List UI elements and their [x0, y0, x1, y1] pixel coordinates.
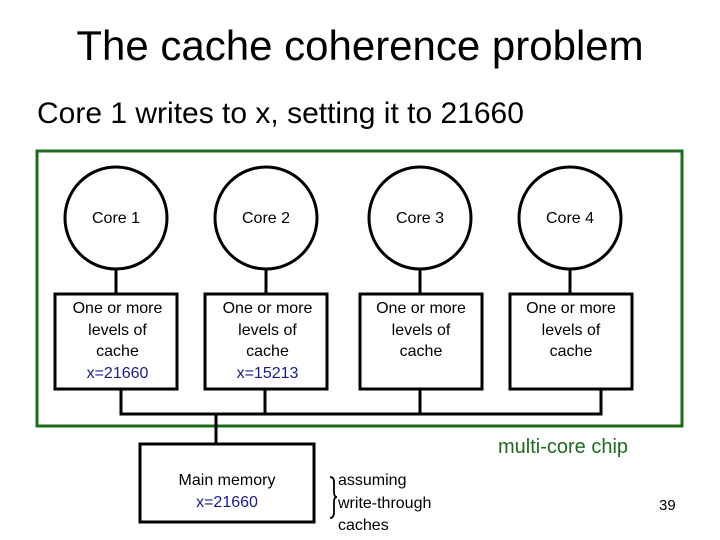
cache-1-line-3: cache — [96, 343, 139, 360]
cache-1-line-1: One or more — [72, 300, 163, 317]
main-memory-title: Main memory — [178, 472, 276, 489]
cache-2-line-2: levels of — [238, 321, 297, 339]
cache-4-line-2: levels of — [541, 321, 601, 339]
main-memory-label: Main memory x=21660 — [140, 470, 314, 513]
core-3-label: Core 3 — [395, 210, 445, 227]
cache-1-label: One or more levels of cache x=21660 — [55, 298, 180, 384]
core-1-label: Core 1 — [91, 210, 141, 227]
cache-4-label: One or more levels of cache — [510, 298, 632, 363]
core-4-label: Core 4 — [545, 210, 595, 227]
main-memory-value: x=21660 — [196, 493, 258, 511]
cache-2-line-3: cache — [246, 343, 289, 360]
note-line-3: caches — [338, 517, 389, 534]
cache-3-label: One or more levels of cache — [360, 298, 482, 363]
multi-core-chip-label: multi-core chip — [498, 436, 629, 458]
cache-3-line-2: levels of — [391, 321, 451, 339]
cache-2-line-1: One or more — [222, 300, 313, 317]
cache-4-line-1: One or more — [526, 300, 616, 317]
cache-1-line-2: levels of — [88, 321, 147, 339]
core-2-label: Core 2 — [241, 210, 291, 227]
diagram-canvas — [35, 149, 684, 524]
cache-4-line-3: cache — [549, 343, 593, 360]
brace-icon — [329, 476, 338, 519]
note-line-2: write-through — [338, 494, 432, 512]
cache-2-value: x=15213 — [236, 364, 299, 382]
cache-3-line-3: cache — [399, 343, 443, 360]
note-line-1: assuming — [338, 472, 407, 489]
cache-2-label: One or more levels of cache x=15213 — [205, 298, 330, 384]
page-number: 39 — [659, 497, 676, 514]
cache-3-line-1: One or more — [376, 300, 466, 317]
cache-1-value: x=21660 — [86, 364, 149, 382]
write-through-note: assuming write-through caches — [338, 470, 431, 538]
